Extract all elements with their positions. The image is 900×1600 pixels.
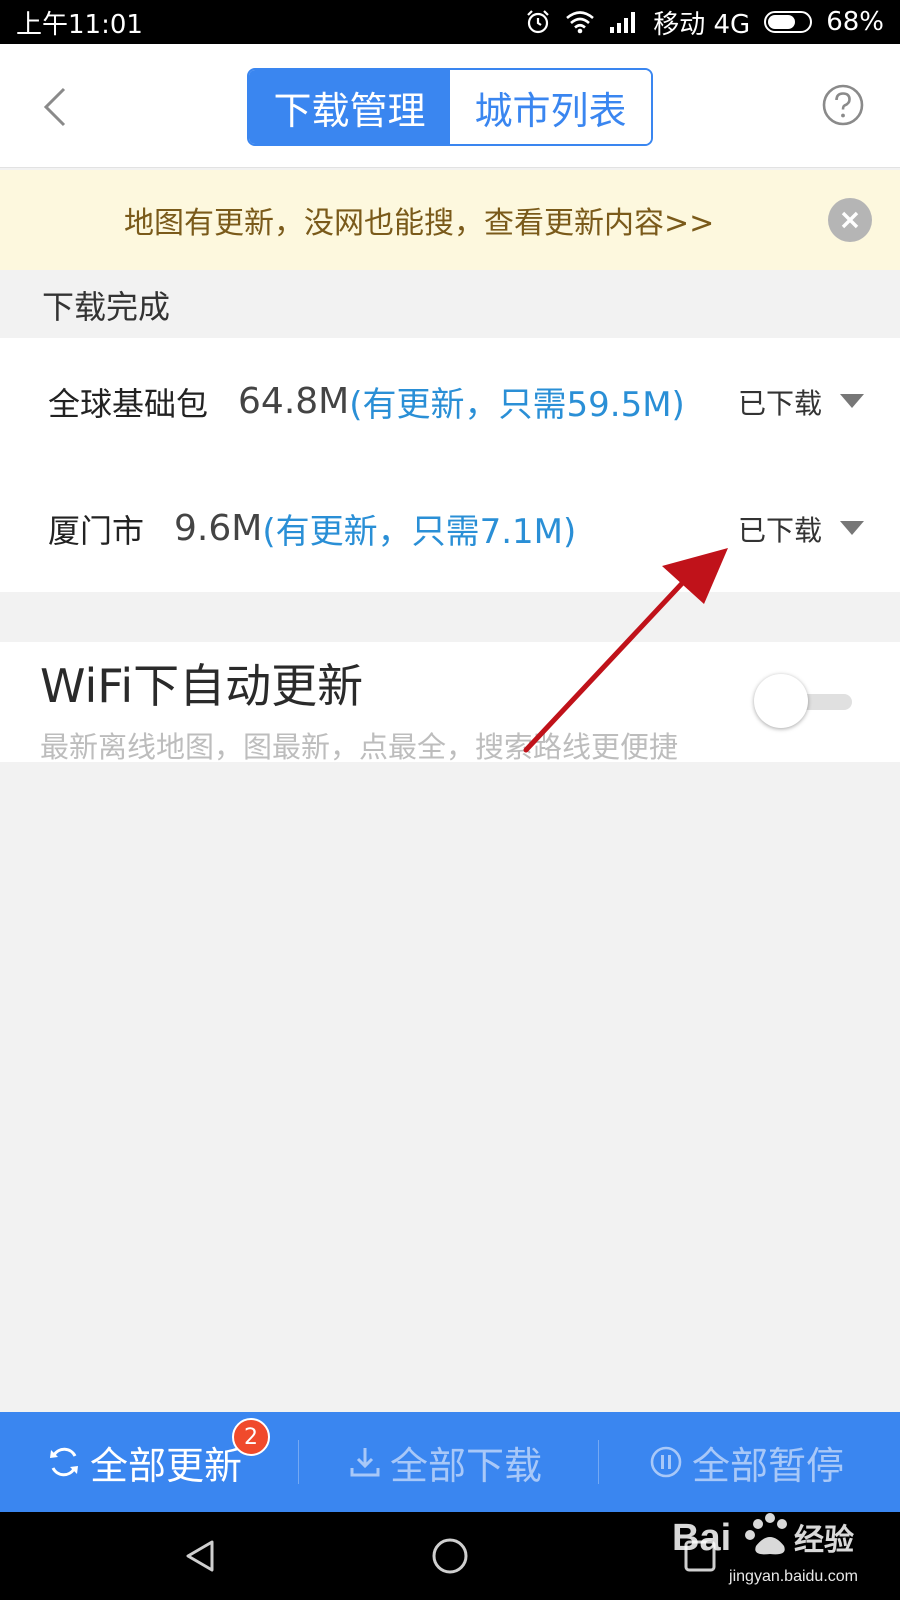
download-item-size: 64.8M [238,381,350,422]
refresh-icon [50,1447,78,1477]
download-item-name: 全球基础包 [48,384,209,423]
update-all-button[interactable]: 全部更新 [46,1412,242,1512]
toggle-knob[interactable] [754,674,808,728]
download-list: 全球基础包 64.8M (有更新，只需59.5M) 已下载 厦门市 9.6M (… [0,338,900,592]
update-count-badge: 2 [232,1418,270,1456]
chevron-down-icon[interactable] [840,394,864,408]
watermark-url: jingyan.baidu.com [729,1568,858,1585]
header: 下载管理 城市列表 [0,44,900,168]
wifi-auto-update-row: WiFi下自动更新 最新离线地图，图最新，点最全，搜索路线更便捷 [0,642,900,764]
banner-text[interactable]: 地图有更新，没网也能搜，查看更新内容>> [124,170,714,270]
download-item-size: 9.6M [174,508,263,549]
divider [298,1440,299,1484]
status-bar: 上午11:01 移动 4G 68% [0,0,900,44]
svg-text:Bai: Bai [672,1517,731,1559]
question-circle-icon [822,84,864,126]
status-time: 上午11:01 [16,9,143,40]
signal-icon [609,8,639,36]
download-item-status[interactable]: 已下载 [738,382,822,422]
battery-icon [764,11,813,33]
triangle-back-icon [186,1540,214,1572]
section-title: 下载完成 [42,288,171,326]
chevron-left-icon [43,87,66,127]
nav-home-button[interactable] [424,1530,476,1582]
wifi-auto-update-toggle[interactable] [754,674,852,728]
download-item-status[interactable]: 已下载 [738,509,822,549]
download-all-label: 全部下载 [390,1443,543,1488]
wifi-auto-update-subtitle: 最新离线地图，图最新，点最全，搜索路线更便捷 [40,730,679,764]
divider [598,1440,599,1484]
download-item-name: 厦门市 [48,511,145,550]
wifi-auto-update-title: WiFi下自动更新 [40,659,364,713]
nav-back-button[interactable] [174,1530,226,1582]
tab-city-list[interactable]: 城市列表 [450,70,651,144]
download-icon [350,1448,380,1477]
banner-close-button[interactable] [828,198,872,242]
tab-switcher: 下载管理 城市列表 [247,68,653,146]
download-item-xiamen[interactable]: 厦门市 9.6M (有更新，只需7.1M) 已下载 [0,465,900,592]
pause-circle-icon [650,1446,682,1478]
download-all-button[interactable]: 全部下载 [348,1412,542,1512]
svg-text:经验: 经验 [794,1523,854,1558]
close-icon [841,211,859,229]
chevron-down-icon[interactable] [840,521,864,535]
circle-home-icon [432,1538,468,1574]
pause-all-label: 全部暂停 [692,1443,845,1488]
status-battery: 68% [826,7,884,37]
help-button[interactable] [820,82,866,128]
download-item-global[interactable]: 全球基础包 64.8M (有更新，只需59.5M) 已下载 [0,338,900,465]
update-banner[interactable]: 地图有更新，没网也能搜，查看更新内容>> [0,170,900,270]
download-item-update[interactable]: (有更新，只需7.1M) [262,504,576,553]
battery-fill [768,15,796,29]
back-button[interactable] [30,82,80,132]
wifi-icon [565,8,595,36]
status-carrier: 移动 4G [653,9,751,40]
download-item-update[interactable]: (有更新，只需59.5M) [349,377,685,426]
status-icons: 移动 4G 68% [525,4,884,41]
bottom-action-bar: 全部更新 2 全部下载 全部暂停 [0,1412,900,1512]
pause-all-button[interactable]: 全部暂停 [648,1412,844,1512]
update-all-label: 全部更新 [90,1443,243,1488]
alarm-icon [525,8,551,36]
tab-download-manager[interactable]: 下载管理 [249,70,450,144]
